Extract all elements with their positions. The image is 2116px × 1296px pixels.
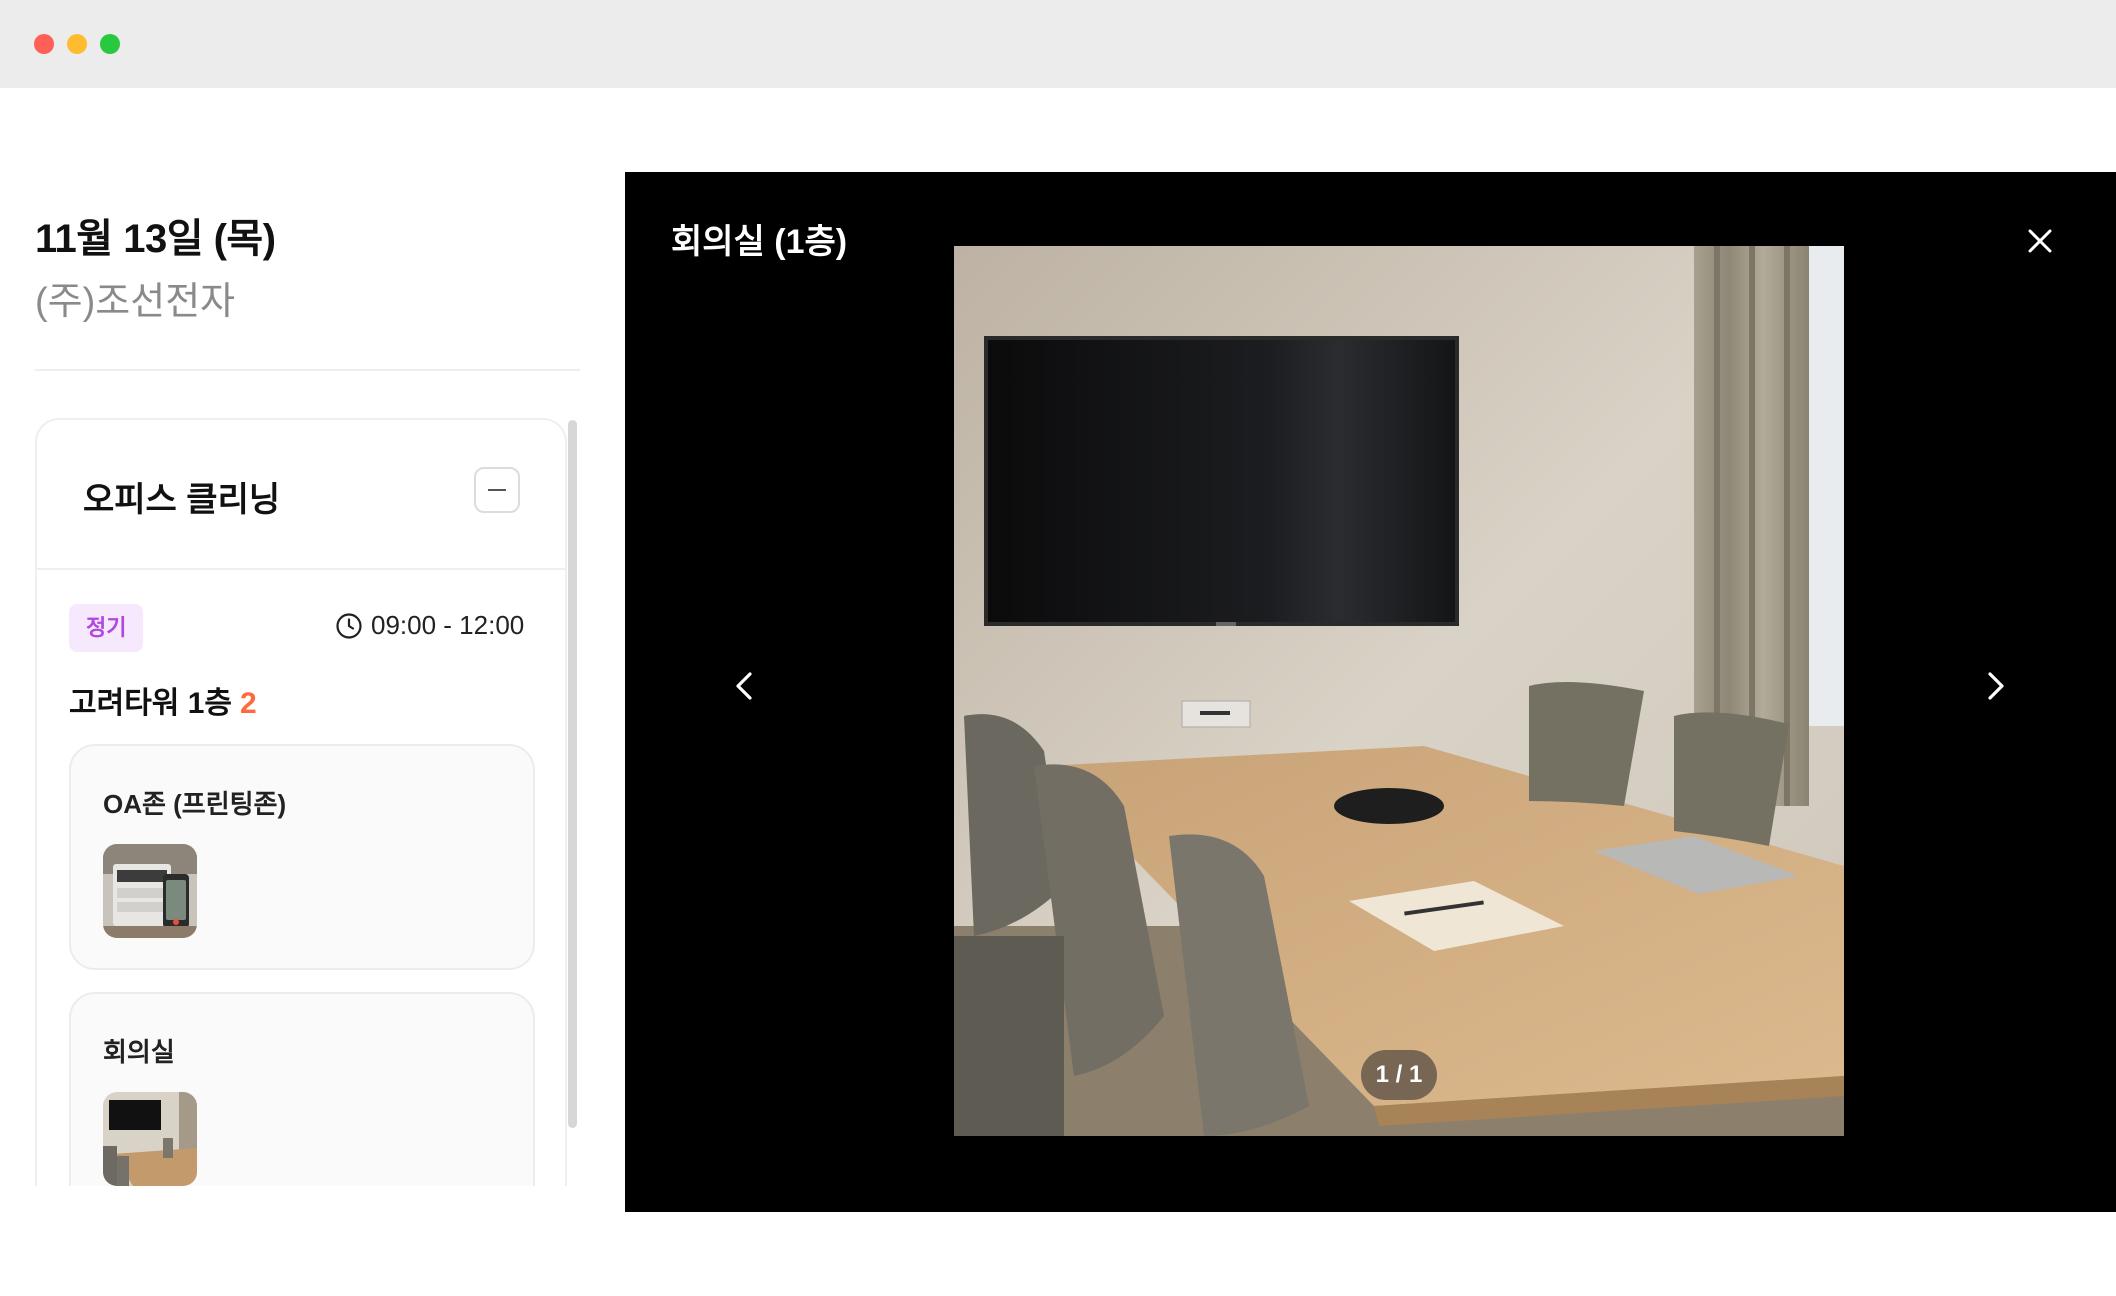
divider [35, 369, 580, 371]
image-counter: 1 / 1 [1361, 1050, 1437, 1100]
close-viewer-button[interactable] [2021, 222, 2059, 260]
company-name: (주)조선전자 [35, 281, 236, 323]
service-time: 09:00 - 12:00 [335, 610, 524, 641]
close-window-button[interactable] [34, 34, 54, 54]
zone-card-meeting-room[interactable]: 회의실 [69, 992, 535, 1186]
service-header: 오피스 클리닝 [37, 420, 565, 570]
location-count: 2 [240, 687, 257, 720]
service-time-text: 09:00 - 12:00 [371, 610, 525, 640]
zone-card-oa[interactable]: OA존 (프린팅존) [69, 744, 535, 970]
meeting-room-photo [954, 246, 1844, 1136]
list-bottom-fade [0, 1186, 600, 1296]
viewer-title: 회의실 (1층) [671, 223, 848, 261]
service-title: 오피스 클리닝 [83, 481, 281, 519]
clock-icon [336, 612, 362, 639]
meeting-room-photo-thumbnail[interactable] [103, 1092, 197, 1186]
zoom-window-button[interactable] [100, 34, 120, 54]
zone-title: OA존 (프린팅존) [103, 789, 287, 819]
printer-photo-thumbnail[interactable] [103, 844, 197, 938]
chevron-right-icon [1988, 672, 2004, 700]
schedule-date: 11월 13일 (목) [35, 217, 276, 261]
zone-title: 회의실 [103, 1037, 175, 1067]
schedule-type-badge: 정기 [69, 604, 144, 652]
location-name: 고려타워 1층 [69, 687, 233, 720]
minimize-window-button[interactable] [67, 34, 87, 54]
chevron-left-icon [736, 672, 752, 700]
image-viewer: 회의실 (1층) 1 / 1 [625, 172, 2116, 1212]
service-list[interactable]: 오피스 클리닝 정기 09:00 - 12:00 고려타워 1층 2 OA존 (프… [35, 418, 567, 1186]
window-titlebar [0, 0, 2116, 88]
collapse-button[interactable] [474, 467, 520, 513]
next-image-button[interactable] [1975, 666, 2015, 706]
service-card: 오피스 클리닝 정기 09:00 - 12:00 고려타워 1층 2 OA존 (프… [35, 418, 567, 1186]
previous-image-button[interactable] [725, 666, 765, 706]
close-icon [2028, 229, 2052, 253]
list-scrollbar[interactable] [568, 420, 577, 1128]
location-heading: 고려타워 1층 2 [69, 678, 257, 722]
